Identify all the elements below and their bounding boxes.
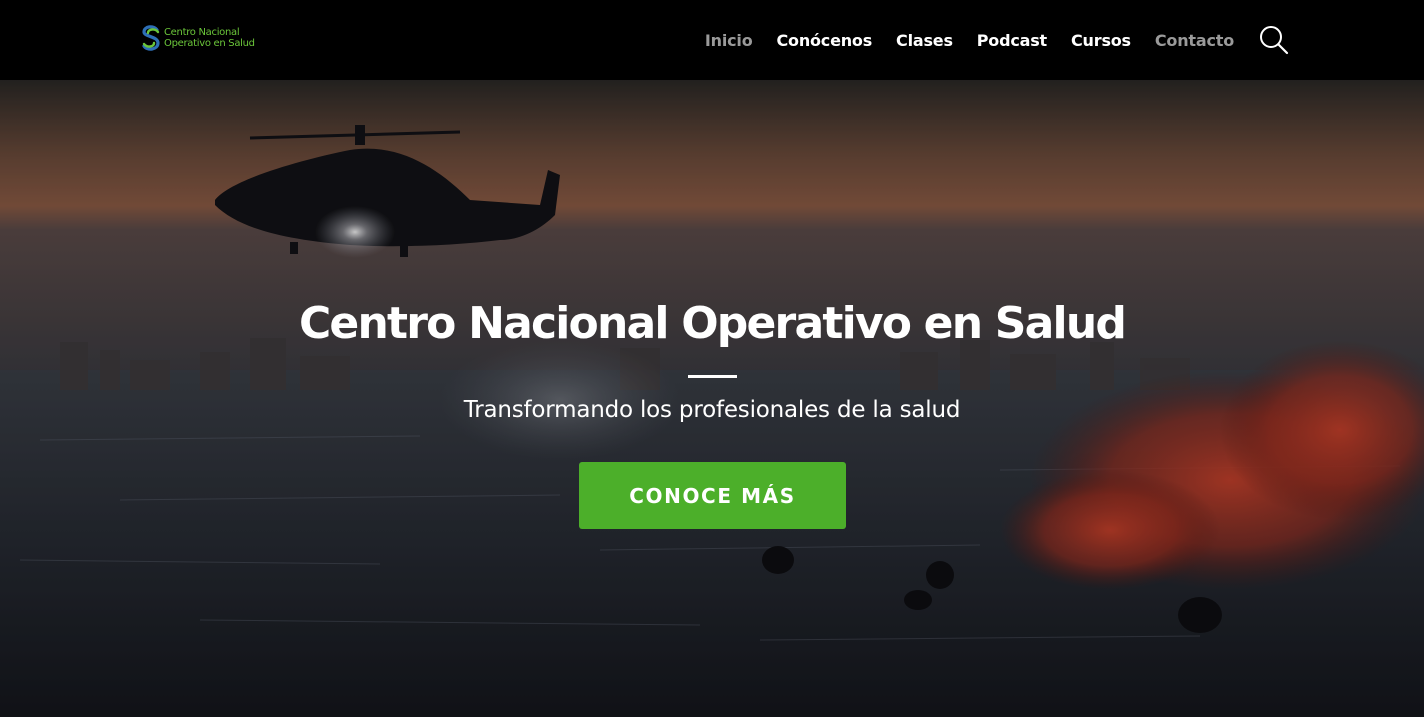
site-logo[interactable]: Centro Nacional Operativo en Salud [140,22,270,54]
nav-item-clases[interactable]: Clases [896,31,953,50]
nav-item-inicio[interactable]: Inicio [705,31,753,50]
nav-item-conocenos[interactable]: Conócenos [776,31,872,50]
hero-content: Centro Nacional Operativo en Salud Trans… [0,80,1424,717]
logo-line-1: Centro Nacional [164,27,240,38]
conoce-mas-button[interactable]: CONOCE MÁS [579,462,846,529]
search-icon [1260,26,1289,55]
hero-title: Centro Nacional Operativo en Salud [298,298,1127,349]
cnos-logo-icon [142,25,160,51]
logo-line-2: Operativo en Salud [164,38,255,49]
search-button[interactable] [1258,24,1290,56]
hero-subtitle: Transformando los profesionales de la sa… [463,397,961,423]
nav-item-podcast[interactable]: Podcast [977,31,1047,50]
top-navbar: Centro Nacional Operativo en Salud Inici… [0,0,1424,80]
nav-item-cursos[interactable]: Cursos [1071,31,1131,50]
main-nav: Inicio Conócenos Clases Podcast Cursos C… [705,0,1234,80]
logo-text: Centro Nacional Operativo en Salud [164,27,255,49]
hero-section: Centro Nacional Operativo en Salud Trans… [0,80,1424,717]
nav-item-contacto[interactable]: Contacto [1155,31,1234,50]
hero-divider [688,375,737,378]
